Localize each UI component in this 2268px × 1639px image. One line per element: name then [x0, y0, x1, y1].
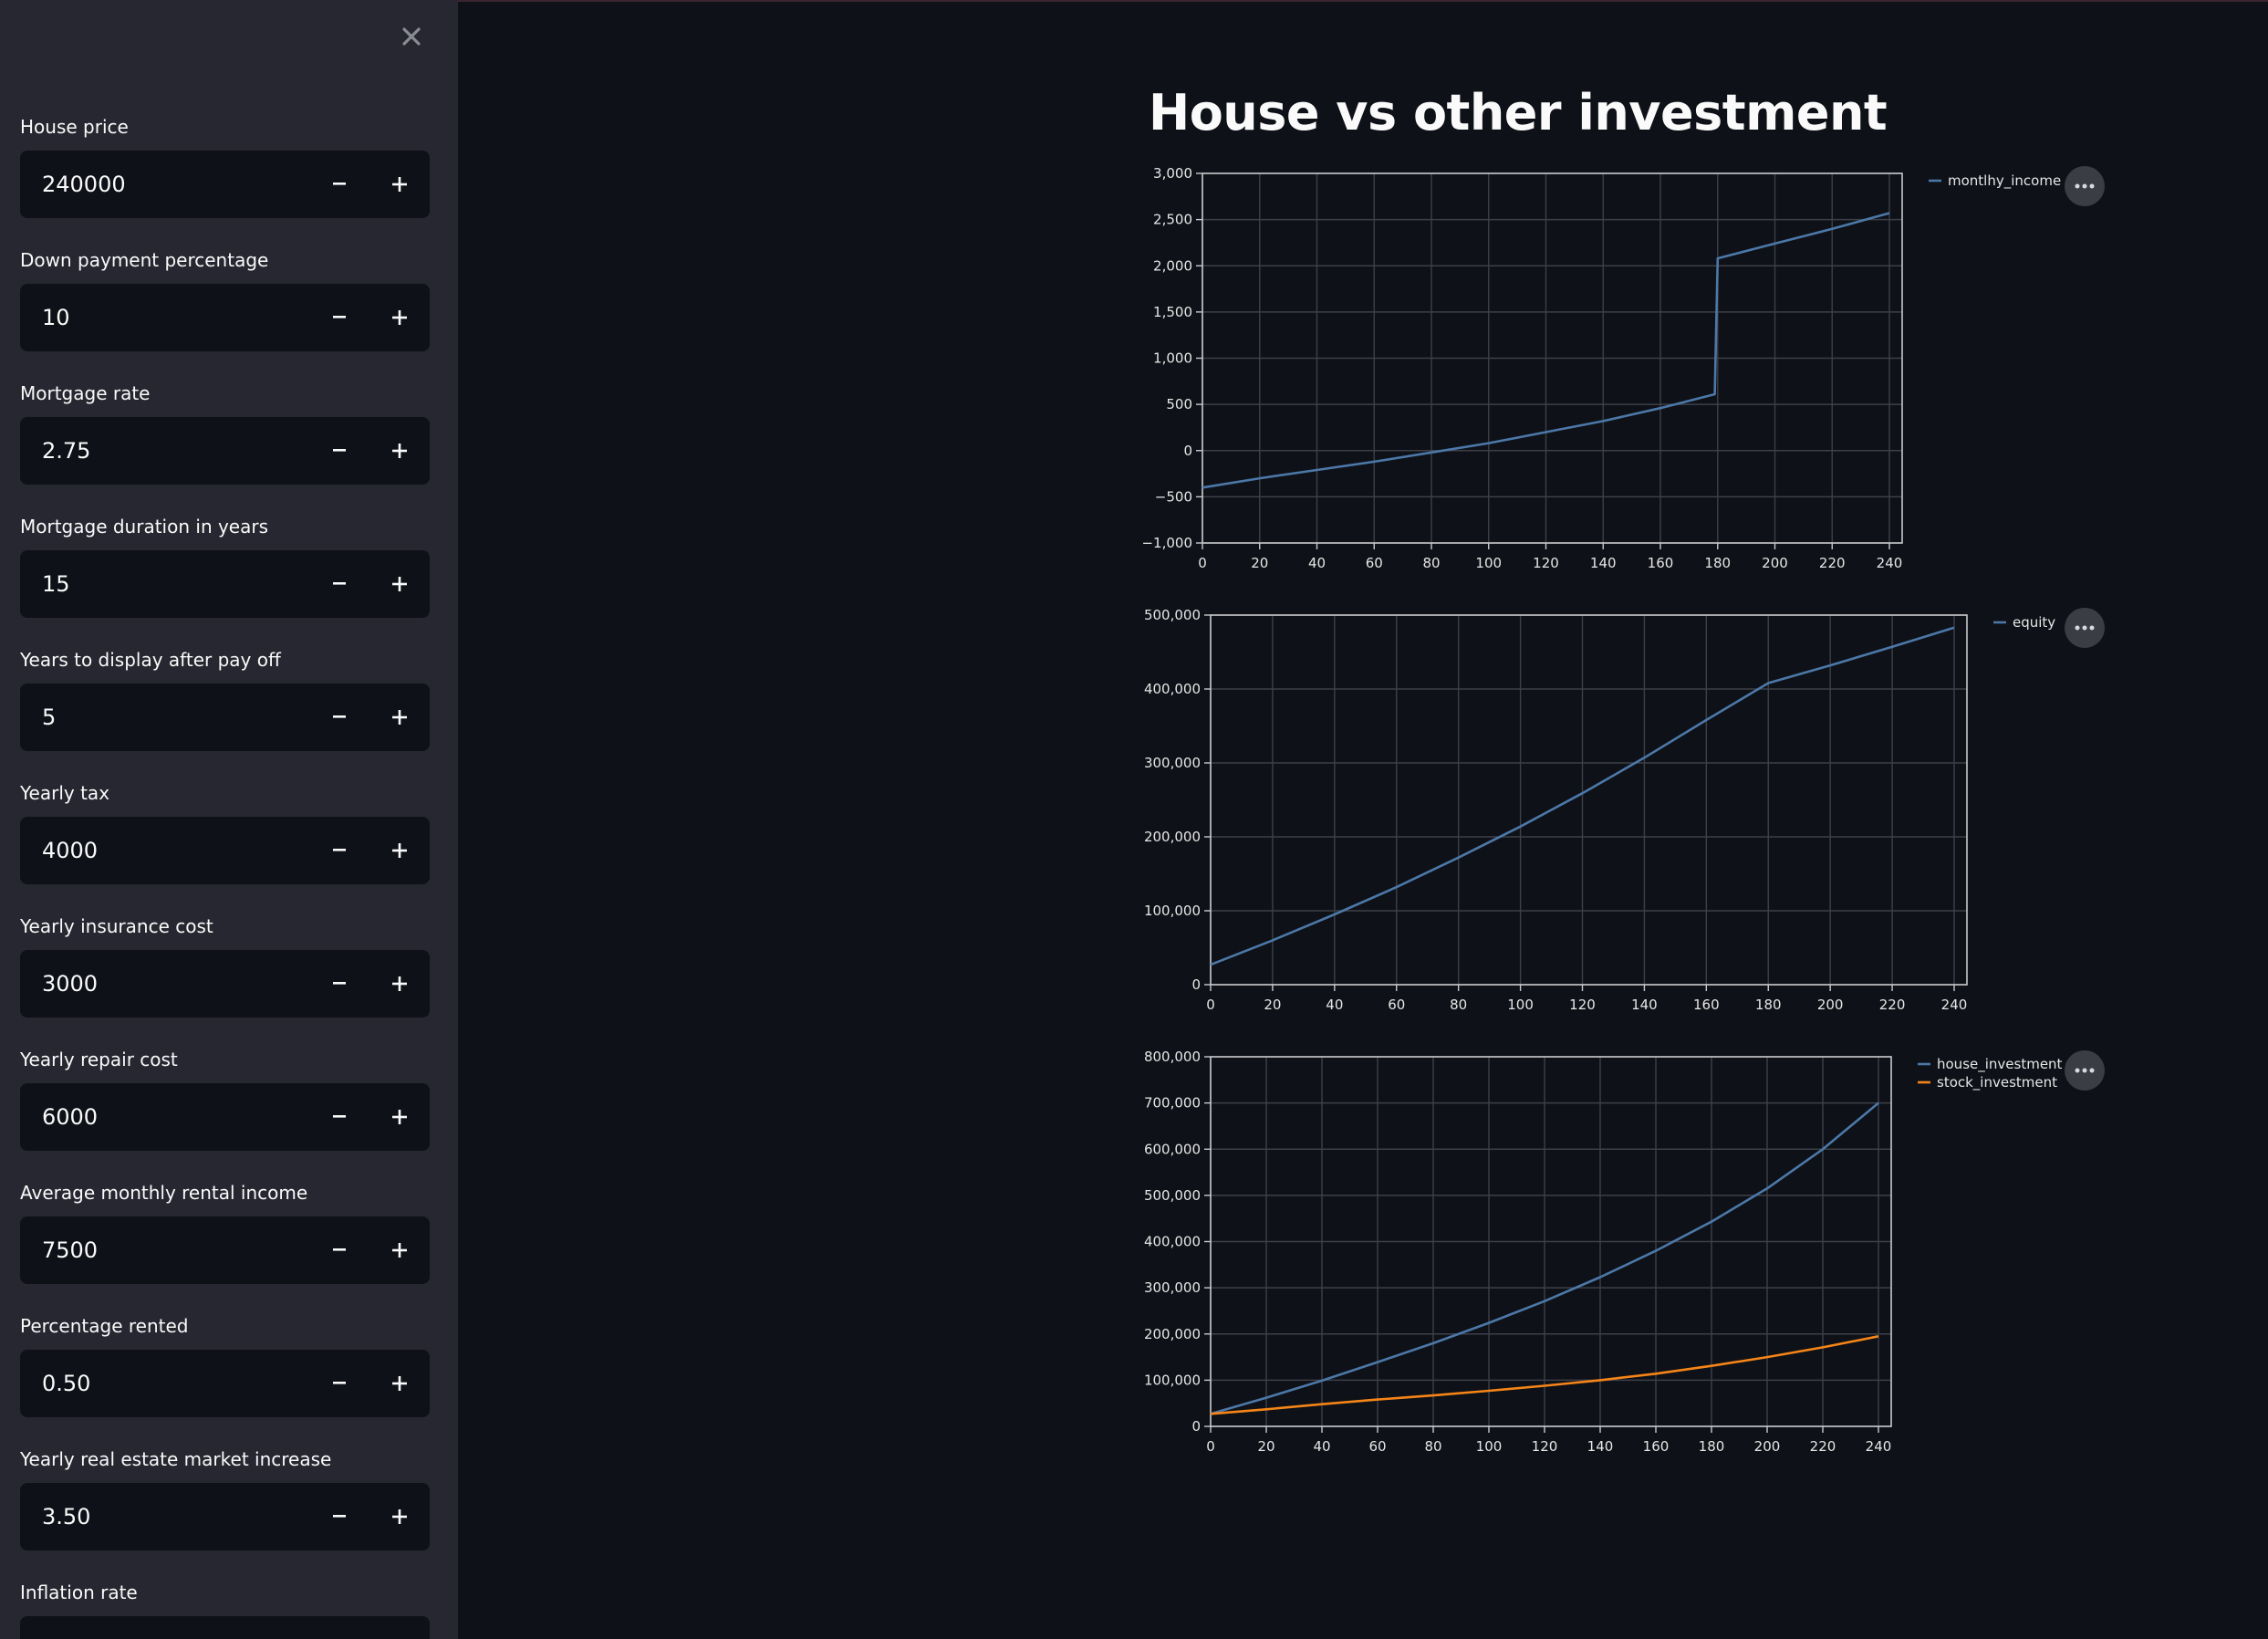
x-tick-label: 140: [1631, 997, 1658, 1013]
x-tick-label: 100: [1507, 997, 1534, 1013]
x-tick-label: 80: [1450, 997, 1467, 1013]
x-tick-label: 200: [1817, 997, 1844, 1013]
x-tick-label: 180: [1699, 1438, 1725, 1455]
x-tick-label: 180: [1704, 555, 1731, 571]
chart-menu-button[interactable]: [2065, 166, 2105, 206]
x-tick-label: 120: [1569, 997, 1596, 1013]
x-tick-label: 240: [1877, 555, 1903, 571]
x-tick-label: 0: [1198, 555, 1207, 571]
x-tick-label: 160: [1693, 997, 1720, 1013]
y-tick-label: 400,000: [1144, 681, 1201, 697]
x-tick-label: 240: [1866, 1438, 1892, 1455]
x-tick-label: 20: [1251, 555, 1268, 571]
chart-1: 0 20 40 60 80 100 120 140 160 180 200 220 240 0 100,00…: [1144, 607, 2055, 1013]
y-tick-label: 600,000: [1144, 1141, 1201, 1157]
x-tick-label: 60: [1368, 1438, 1386, 1455]
x-tick-label: 160: [1643, 1438, 1670, 1455]
x-tick-label: 140: [1587, 1438, 1614, 1455]
x-tick-label: 60: [1388, 997, 1405, 1013]
y-tick-label: 500,000: [1144, 607, 1201, 623]
x-tick-label: 0: [1206, 1438, 1215, 1455]
y-tick-label: 100,000: [1144, 903, 1201, 919]
x-tick-label: 100: [1475, 555, 1502, 571]
x-tick-label: 200: [1754, 1438, 1781, 1455]
x-tick-label: 40: [1308, 555, 1326, 571]
x-tick-label: 80: [1424, 1438, 1441, 1455]
ellipsis-icon: [2075, 625, 2095, 631]
x-tick-label: 0: [1206, 997, 1215, 1013]
y-tick-label: 800,000: [1144, 1049, 1201, 1065]
chart-2: 0 20 40 60 80 100 120 140 160 180 200 220 240 0 100,00…: [1144, 1049, 2063, 1455]
chart-menu-button[interactable]: [2065, 1050, 2105, 1091]
y-tick-label: 200,000: [1144, 1326, 1201, 1342]
x-tick-label: 60: [1366, 555, 1383, 571]
y-tick-label: 200,000: [1144, 829, 1201, 845]
x-tick-label: 40: [1313, 1438, 1330, 1455]
x-tick-label: 100: [1476, 1438, 1503, 1455]
x-tick-label: 20: [1257, 1438, 1274, 1455]
x-tick-label: 40: [1326, 997, 1343, 1013]
y-tick-label: 0: [1183, 443, 1192, 459]
y-tick-label: 700,000: [1144, 1095, 1201, 1112]
x-tick-label: 120: [1533, 555, 1559, 571]
x-tick-label: 20: [1264, 997, 1281, 1013]
x-tick-label: 240: [1941, 997, 1968, 1013]
y-tick-label: 300,000: [1144, 755, 1201, 771]
ellipsis-icon: [2075, 183, 2095, 189]
y-tick-label: 1,000: [1153, 350, 1192, 367]
y-tick-label: 2,500: [1153, 212, 1192, 228]
y-tick-label: −500: [1155, 488, 1192, 505]
x-tick-label: 180: [1755, 997, 1782, 1013]
legend-label: montlhy_income: [1948, 172, 2061, 190]
y-tick-label: 400,000: [1144, 1234, 1201, 1250]
x-tick-label: 80: [1422, 555, 1440, 571]
y-tick-label: 3,000: [1153, 165, 1192, 182]
x-tick-label: 200: [1762, 555, 1788, 571]
legend-label: stock_investment: [1937, 1074, 2057, 1091]
y-tick-label: 0: [1191, 976, 1201, 993]
x-tick-label: 120: [1532, 1438, 1558, 1455]
y-tick-label: 300,000: [1144, 1279, 1201, 1296]
charts-canvas: 0 20 40 60 80 100 120 140 160 180 200 220 240−1,000−…: [1141, 165, 2063, 1455]
legend-label: house_investment: [1937, 1056, 2063, 1073]
y-tick-label: 500,000: [1144, 1187, 1201, 1204]
x-tick-label: 140: [1590, 555, 1617, 571]
x-tick-label: 160: [1648, 555, 1674, 571]
chart-menu-button[interactable]: [2065, 608, 2105, 648]
y-tick-label: 100,000: [1144, 1372, 1201, 1388]
chart-0: 0 20 40 60 80 100 120 140 160 180 200 220 240 −1,000 −…: [1141, 165, 2061, 571]
y-tick-label: 1,500: [1153, 304, 1192, 320]
x-tick-label: 220: [1879, 997, 1906, 1013]
y-tick-label: 2,000: [1153, 257, 1192, 274]
ellipsis-icon: [2075, 1068, 2095, 1073]
x-tick-label: 220: [1819, 555, 1846, 571]
legend-label: equity: [2013, 614, 2055, 631]
plot-frame: [1210, 614, 1968, 986]
x-tick-label: 220: [1810, 1438, 1836, 1455]
y-tick-label: 0: [1191, 1418, 1201, 1435]
y-tick-label: −1,000: [1141, 535, 1192, 551]
y-tick-label: 500: [1166, 396, 1192, 412]
